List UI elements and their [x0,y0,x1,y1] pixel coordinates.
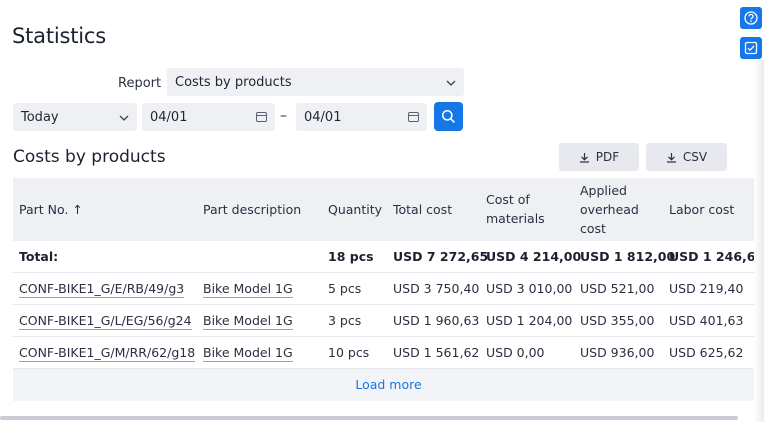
question-circle-icon [744,11,758,25]
total-overhead: USD 1 812,00 [580,249,676,264]
column-cost-of-materials-line1: Cost of [486,192,530,207]
total-labor: USD 1 246,65 [669,249,764,264]
part-description-link[interactable]: Bike Model 1G [203,345,293,362]
checkbox-icon [744,41,758,55]
part-description-link[interactable]: Bike Model 1G [203,313,293,330]
report-label: Report [118,76,162,91]
table-row: CONF-BIKE1_G/M/RR/62/g18 Bike Model 1G 1… [13,337,764,369]
total-cost-cell: USD 1 960,63 [393,313,480,328]
overhead-cell: USD 521,00 [580,281,655,296]
column-applied-overhead-cost[interactable]: Applied overhead cost [580,181,639,238]
table-row: CONF-BIKE1_G/L/EG/56/g24 Bike Model 1G 3… [13,305,764,337]
calendar-icon[interactable] [256,112,267,122]
column-part-no[interactable]: Part No. ↑ [19,200,83,219]
column-overhead-line2: overhead [580,202,639,217]
date-separator: – [280,108,287,124]
download-icon [579,152,589,163]
column-labor-cost[interactable]: Labor cost [669,200,734,219]
period-select[interactable]: Today [13,103,137,131]
page-title: Statistics [12,24,106,48]
part-no-link[interactable]: CONF-BIKE1_G/M/RR/62/g18 [19,345,196,362]
column-overhead-line1: Applied [580,183,627,198]
overhead-cell: USD 936,00 [580,345,655,360]
total-label: Total: [19,249,59,264]
export-pdf-button[interactable]: PDF [559,143,639,171]
part-description-link[interactable]: Bike Model 1G [203,281,293,298]
quantity-cell: 5 pcs [328,281,362,296]
column-total-cost[interactable]: Total cost [393,200,452,219]
materials-cell: USD 3 010,00 [486,281,573,296]
materials-cell: USD 1 204,00 [486,313,573,328]
chevron-down-icon [446,76,456,89]
total-cost-cell: USD 1 561,62 [393,345,480,360]
chevron-down-icon [119,111,129,124]
search-icon [441,109,455,123]
column-part-description[interactable]: Part description [203,200,301,219]
report-select[interactable]: Costs by products [167,68,464,96]
load-more-row: Load more [13,369,764,401]
table-row: CONF-BIKE1_G/E/RB/49/g3 Bike Model 1G 5 … [13,273,764,305]
date-from-field[interactable]: 04/01 [142,103,275,131]
labor-cell: USD 219,40 [669,281,744,296]
horizontal-scrollbar[interactable] [0,416,738,420]
date-from-value: 04/01 [150,109,188,125]
labor-cell: USD 625,62 [669,345,744,360]
date-to-field[interactable]: 04/01 [296,103,427,131]
total-materials: USD 4 214,00 [486,249,582,264]
total-cost-cell: USD 3 750,40 [393,281,480,296]
calendar-icon[interactable] [408,112,419,122]
table-header: Part No. ↑ Part description Quantity Tot… [13,178,764,241]
part-no-link[interactable]: CONF-BIKE1_G/L/EG/56/g24 [19,313,192,330]
report-select-value: Costs by products [175,74,292,90]
column-overhead-line3: cost [580,221,606,236]
quantity-cell: 3 pcs [328,313,362,328]
column-cost-of-materials[interactable]: Cost of materials [486,190,545,228]
quantity-cell: 10 pcs [328,345,370,360]
search-button[interactable] [434,102,463,131]
total-row: Total: 18 pcs USD 7 272,65 USD 4 214,00 … [13,241,764,273]
export-csv-button[interactable]: CSV [646,143,727,171]
materials-cell: USD 0,00 [486,345,545,360]
load-more-button[interactable]: Load more [13,377,764,392]
export-csv-label: CSV [682,150,708,164]
help-button[interactable] [740,7,762,29]
vertical-scrollbar[interactable] [754,60,764,422]
export-pdf-label: PDF [595,150,620,164]
total-quantity: 18 pcs [328,249,374,264]
date-to-value: 04/01 [304,109,342,125]
total-total-cost: USD 7 272,65 [393,249,489,264]
part-no-link[interactable]: CONF-BIKE1_G/E/RB/49/g3 [19,281,185,298]
section-title: Costs by products [13,147,166,167]
period-select-value: Today [21,109,59,125]
labor-cell: USD 401,63 [669,313,744,328]
tasks-button[interactable] [740,37,762,59]
column-cost-of-materials-line2: materials [486,211,545,226]
column-quantity[interactable]: Quantity [328,200,382,219]
overhead-cell: USD 355,00 [580,313,655,328]
download-icon [666,152,676,163]
costs-table: Part No. ↑ Part description Quantity Tot… [13,178,764,401]
